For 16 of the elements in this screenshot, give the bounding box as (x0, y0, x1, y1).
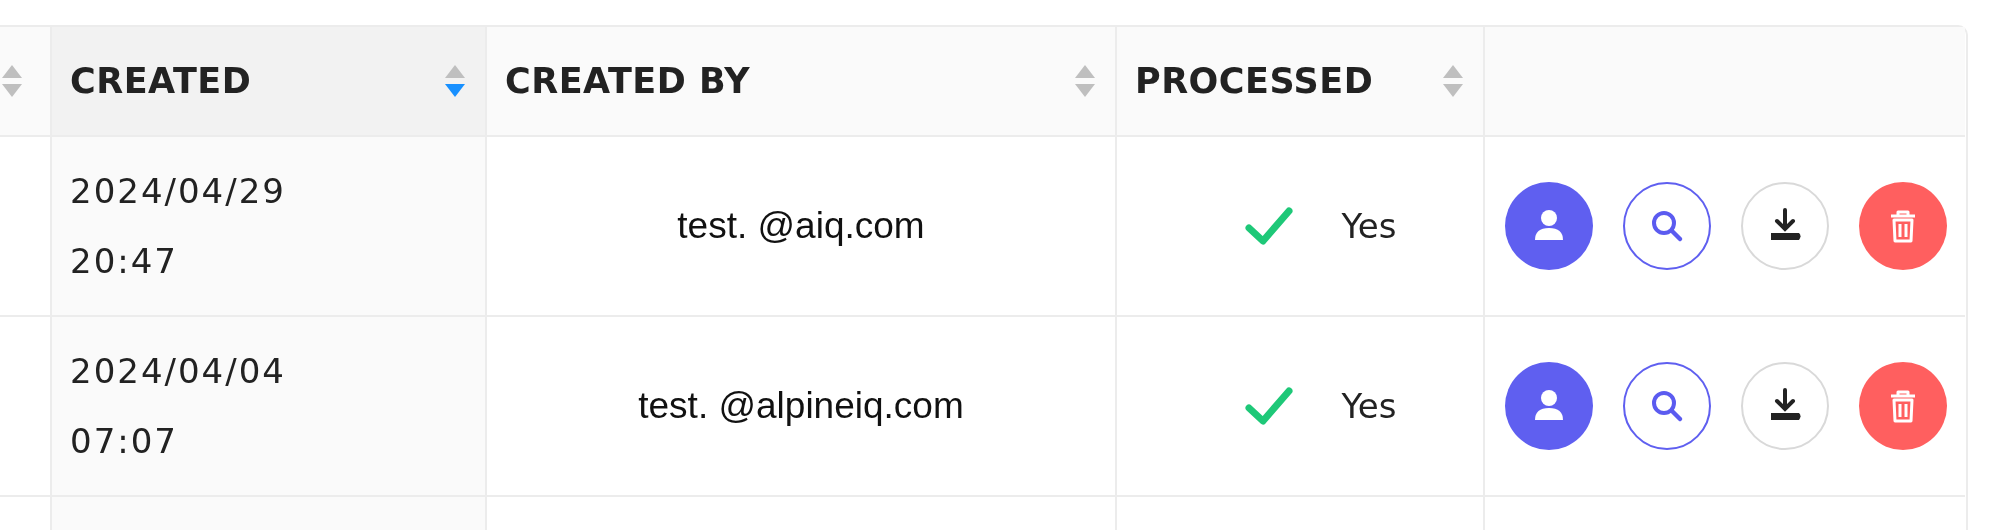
sort-icon[interactable] (1441, 63, 1465, 99)
email-text: test. @aiq.com (677, 205, 925, 247)
sort-icon[interactable] (0, 63, 24, 99)
email-text: test. @alpineiq.com (638, 385, 964, 427)
column-header[interactable] (0, 27, 50, 137)
processed-text: Yes (1341, 206, 1397, 246)
column-header[interactable]: CREATED BY (485, 27, 1115, 137)
processed-text: Yes (1341, 386, 1397, 426)
created-date: 2024/04/04 (70, 350, 286, 393)
column-header[interactable]: PROCESSED (1115, 27, 1483, 137)
created-date: 2024/04/29 (70, 170, 286, 213)
column-header[interactable]: CREATED (50, 27, 485, 137)
created-time: 07:07 (70, 420, 178, 463)
sort-icon[interactable] (1073, 63, 1097, 99)
sort-icon[interactable] (443, 63, 467, 99)
created-time: 20:47 (70, 240, 178, 283)
